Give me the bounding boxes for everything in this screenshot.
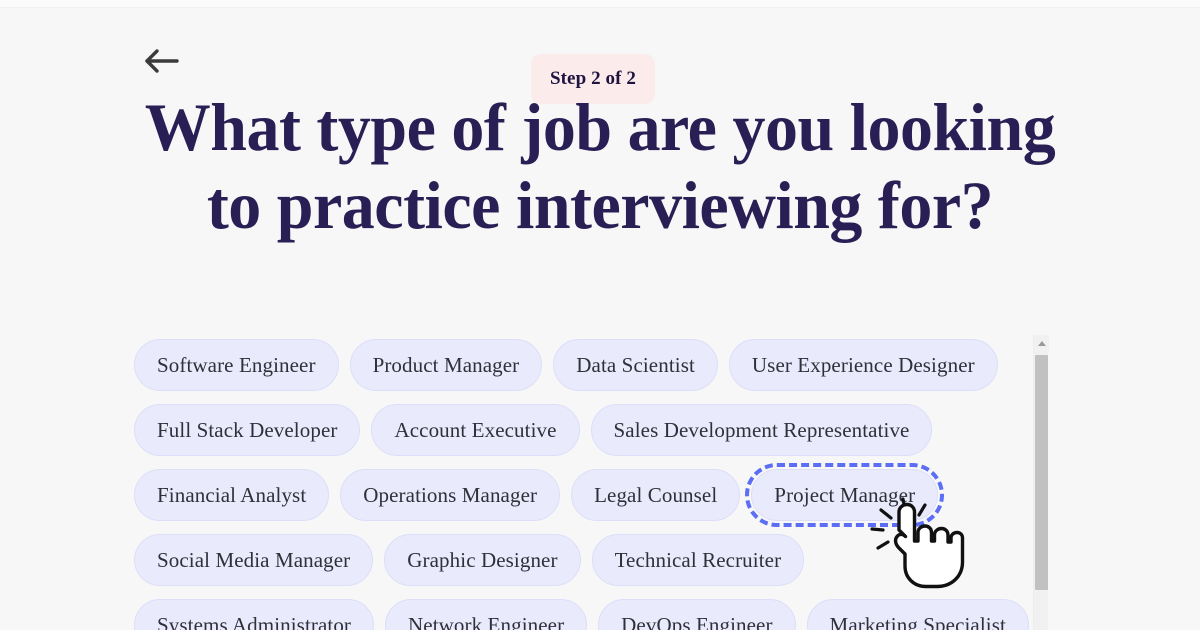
job-option-chip[interactable]: Legal Counsel — [571, 469, 741, 521]
job-option-label: Technical Recruiter — [614, 547, 782, 572]
job-option-label: User Experience Designer — [751, 352, 975, 377]
job-option-chip[interactable]: Account Executive — [371, 404, 580, 456]
job-option-label: Software Engineer — [157, 352, 316, 377]
job-option-chip[interactable]: Project Manager — [745, 463, 945, 527]
job-options-list: Software Engineer Product Manager Data Sci… — [127, 331, 1047, 630]
job-option-label: Social Media Manager — [157, 547, 351, 572]
job-option-label: Sales Development Representative — [613, 417, 910, 442]
job-option-chip[interactable]: Social Media Manager — [134, 534, 374, 586]
job-option-label: Data Scientist — [576, 352, 695, 377]
job-option-chip[interactable]: Technical Recruiter — [591, 534, 805, 586]
viewport-top-strip — [0, 0, 1200, 8]
page-title: What type of job are you looking to prac… — [144, 89, 1056, 243]
job-option-chip[interactable]: Financial Analyst — [134, 469, 330, 521]
job-option-label: Network Engineer — [408, 612, 565, 630]
job-option-label: Graphic Designer — [407, 547, 558, 572]
triangle-up-icon — [1037, 341, 1046, 346]
job-option-label: Operations Manager — [363, 482, 538, 507]
job-options-viewport: Software Engineer Product Manager Data Sci… — [127, 331, 1047, 630]
scrollbar-thumb[interactable] — [1035, 355, 1048, 590]
job-option-chip[interactable]: Full Stack Developer — [134, 404, 361, 456]
job-option-chip[interactable]: Marketing Specialist — [806, 599, 1029, 630]
job-option-chip[interactable]: Product Manager — [349, 339, 543, 391]
job-option-chip[interactable]: Network Engineer — [385, 599, 588, 630]
job-option-label: Marketing Specialist — [829, 612, 1006, 630]
job-option-label: Product Manager — [372, 352, 520, 377]
job-option-label: Project Manager — [774, 482, 916, 507]
onboarding-page: Step 2 of 2 What type of job are you loo… — [0, 9, 1200, 630]
job-option-chip[interactable]: Systems Administrator — [134, 599, 375, 630]
job-options-scrollbar[interactable] — [1033, 335, 1049, 630]
job-option-chip[interactable]: Operations Manager — [340, 469, 561, 521]
job-option-chip[interactable]: User Experience Designer — [728, 339, 998, 391]
job-option-chip[interactable]: Data Scientist — [553, 339, 718, 391]
job-option-label: Systems Administrator — [157, 612, 352, 630]
job-option-label: Full Stack Developer — [157, 417, 338, 442]
job-option-chip[interactable]: Sales Development Representative — [590, 404, 933, 456]
arrow-left-icon — [141, 47, 181, 75]
header: Step 2 of 2 — [0, 31, 1200, 104]
scroll-up-arrow-icon[interactable] — [1034, 335, 1049, 352]
back-button[interactable] — [137, 41, 185, 81]
job-option-chip[interactable]: DevOps Engineer — [598, 599, 796, 630]
job-option-chip[interactable]: Software Engineer — [134, 339, 339, 391]
job-option-label: Legal Counsel — [594, 482, 718, 507]
job-option-chip[interactable]: Graphic Designer — [384, 534, 581, 586]
job-option-label: DevOps Engineer — [621, 612, 773, 630]
job-option-label: Account Executive — [394, 417, 557, 442]
step-badge-label: Step 2 of 2 — [549, 68, 637, 89]
job-option-label: Financial Analyst — [157, 482, 307, 507]
